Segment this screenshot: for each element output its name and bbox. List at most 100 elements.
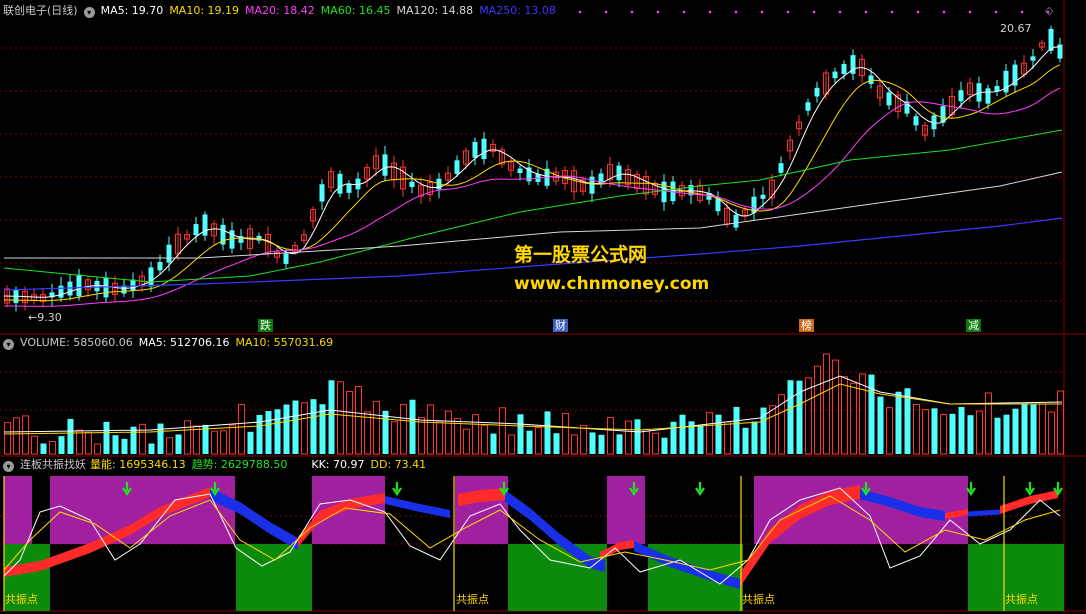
price-candle [130,279,136,292]
event-tag-cai[interactable]: 财 [553,319,568,332]
price-candle [913,116,919,126]
volume-bar [526,430,533,454]
volume-bar [436,420,443,455]
price-candle [337,173,343,194]
volume-bar [274,409,281,454]
trend-zone [508,544,607,611]
volume-bar [157,423,164,454]
resonance-label: 共振点 [1005,593,1038,606]
price-candle [454,160,460,174]
price-candle [886,92,892,106]
blue-momentum-band [968,509,1000,517]
ma120-value: MA120: 14.88 [396,4,474,17]
volume-toggle-icon[interactable]: ▾ [3,339,14,350]
volume-bar [283,404,290,454]
volume-bar [400,403,407,455]
event-tag-die[interactable]: 跌 [258,319,273,332]
volume-bar [535,427,542,455]
price-candle [733,214,739,228]
volume-bar [40,443,47,454]
signal-dot [656,10,660,14]
volume-bar [733,406,740,454]
resonance-label: 共振点 [5,593,38,606]
volume-bar [706,412,713,455]
diamond-icon[interactable]: ◇ [1045,4,1053,18]
volume-bar [634,419,641,454]
main-panel-header: 联创电子(日线) ▾ MA5: 19.70 MA10: 19.19 MA20: 18.4… [3,4,562,18]
signal-dot [682,10,686,14]
volume-bar [139,423,146,455]
volume-bar [499,407,506,455]
volume-bar [913,403,920,455]
volume-bar [328,380,335,454]
price-candle [778,163,784,173]
volume-bar [373,400,380,455]
volume-bar [346,390,353,455]
volume-bar [967,415,974,454]
volume-bar [886,407,893,455]
trend-zone [236,544,312,611]
ma250-value: MA250: 13.08 [479,4,556,17]
price-candle [616,165,622,181]
price-candle [193,224,199,236]
stock-title: 联创电子(日线) [3,4,78,17]
volume-bar [166,437,173,455]
volume-bar [364,411,371,455]
volume-bar [472,414,479,455]
watermark-url: www.chnmoney.com [514,274,710,294]
price-candle [319,184,325,202]
volume-bar [22,415,29,455]
price-candle [166,244,172,263]
price-candle [760,194,766,199]
volume-bar [1021,403,1028,454]
volume-bar [67,418,74,454]
volume-bar [337,381,344,455]
price-candle [985,88,991,104]
indicator-toggle-icon[interactable]: ▾ [3,461,14,472]
qushi-value: 趋势: 2629788.50 [191,458,288,471]
price-candle [805,102,811,111]
ma5-value: MA5: 19.70 [100,4,164,17]
volume-bar [148,443,155,454]
volume-bar [598,434,605,454]
volume-value: VOLUME: 585060.06 [20,336,133,349]
chart-canvas[interactable] [0,0,1086,614]
price-candle [409,181,415,187]
volume-bar [544,411,551,454]
volume-bar [841,376,848,455]
panel-toggle-icon[interactable]: ▾ [83,7,95,18]
volume-bar [607,417,614,455]
volume-bar [418,417,425,455]
trend-zone [607,476,645,544]
blue-momentum-band [385,496,450,518]
signal-dot [760,10,764,14]
volume-bar [895,391,902,454]
volume-bar [310,399,317,454]
volume-bar [553,433,560,454]
volume-bar [238,404,245,455]
watermark-title: 第一股票公式网 [514,244,648,266]
volume-bar [13,417,20,455]
volume-bar [1039,403,1046,455]
volume-bar [85,431,92,455]
volume-bar [877,396,884,454]
volume-bar [427,404,434,455]
volume-bar [868,374,875,454]
signal-dot [708,10,712,14]
price-candle [958,90,964,102]
volume-bar [382,410,389,454]
down-arrow-icon [1025,482,1035,496]
event-tag-jian[interactable]: 减 [966,319,981,332]
volume-bar [121,438,128,454]
volume-ma5: MA5: 512706.16 [138,336,230,349]
event-tag-bang[interactable]: 榜 [799,319,814,332]
signal-dot [890,10,894,14]
signal-dot [734,10,738,14]
trend-zone [50,476,235,544]
volume-bar [4,422,11,455]
ma20-value: MA20: 18.42 [245,4,315,17]
trend-zone [4,476,32,544]
price-candle [283,253,289,264]
volume-bar [445,410,452,455]
high-price-label: 20.67 [1000,22,1032,35]
